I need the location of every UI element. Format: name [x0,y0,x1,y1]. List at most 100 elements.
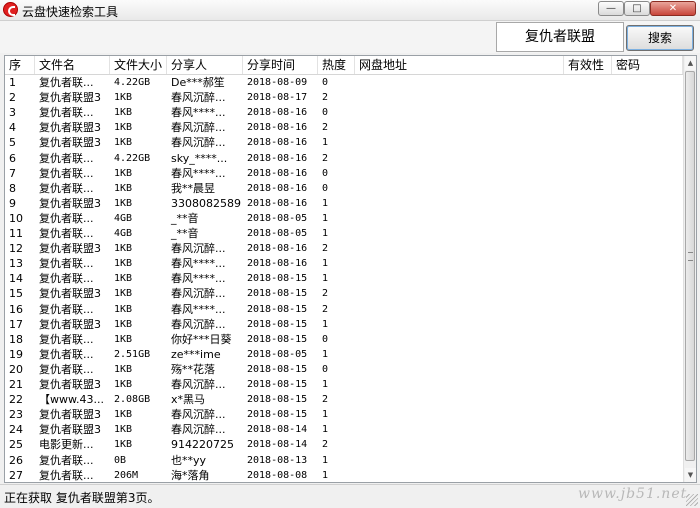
cell-share-time: 2018-08-14 [247,424,308,436]
cell-popularity: 1 [322,212,329,224]
table-row[interactable]: 12 复仇者联盟3 1KB 春风沉醉... 2018-08-16 2 [5,241,683,256]
table-row[interactable]: 25 电影更新... 1KB 914220725 2018-08-14 2 [5,437,683,452]
cell-filename: 复仇者联... [39,272,94,286]
cell-index: 20 [9,362,23,376]
cell-share-time: 2018-08-16 [247,137,308,149]
scroll-down-arrow-icon[interactable]: ▼ [685,468,696,482]
cell-filename: 复仇者联盟3 [39,242,101,256]
table-row[interactable]: 5 复仇者联盟3 1KB 春风沉醉... 2018-08-16 1 [5,135,683,150]
table-row[interactable]: 26 复仇者联... 0B 也**yy 2018-08-13 1 [5,453,683,468]
table-row[interactable]: 19 复仇者联... 2.51GB ze***ime 2018-08-05 1 [5,347,683,362]
cell-filename: 复仇者联盟3 [39,196,101,210]
column-header-popularity[interactable]: 热度 [318,56,355,74]
cell-share-time: 2018-08-15 [247,363,308,375]
cell-sharer: 春风****... [171,302,226,316]
cell-filename: 复仇者联盟3 [39,408,101,422]
cell-filesize: 1KB [114,182,133,194]
cell-share-time: 2018-08-14 [247,439,308,451]
cell-share-time: 2018-08-15 [247,394,308,406]
cell-share-time: 2018-08-15 [247,318,308,330]
cell-sharer: _**音 [171,211,203,225]
search-button[interactable]: 搜索 [626,25,694,51]
table-row[interactable]: 21 复仇者联盟3 1KB 春风沉醉... 2018-08-15 1 [5,377,683,392]
cell-popularity: 1 [322,454,329,466]
table-row[interactable]: 15 复仇者联盟3 1KB 春风沉醉... 2018-08-15 2 [5,286,683,301]
table-row[interactable]: 10 复仇者联... 4GB _**音 2018-08-05 1 [5,211,683,226]
table-row[interactable]: 23 复仇者联盟3 1KB 春风沉醉... 2018-08-15 1 [5,407,683,422]
column-header-filesize[interactable]: 文件大小 [110,56,167,74]
cell-filesize: 1KB [114,197,133,209]
table-row[interactable]: 17 复仇者联盟3 1KB 春风沉醉... 2018-08-15 1 [5,317,683,332]
cell-sharer: 春风沉醉... [171,408,226,422]
cell-popularity: 1 [322,197,329,209]
cell-filename: 复仇者联... [39,332,94,346]
cell-popularity: 1 [322,424,329,436]
table-row[interactable]: 18 复仇者联... 1KB 你好***日葵 2018-08-15 0 [5,332,683,347]
scroll-up-arrow-icon[interactable]: ▲ [685,56,696,70]
cell-popularity: 2 [322,439,329,451]
table-row[interactable]: 1 复仇者联... 4.22GB De***郝笙 2018-08-09 0 [5,75,683,90]
cell-sharer: 春风沉醉... [171,136,226,150]
table-row[interactable]: 4 复仇者联盟3 1KB 春风沉醉... 2018-08-16 2 [5,120,683,135]
table-row[interactable]: 27 复仇者联... 206M 海*落角 2018-08-08 1 [5,468,683,482]
cell-popularity: 2 [322,92,329,104]
cell-index: 2 [9,91,16,105]
column-header-validity[interactable]: 有效性 [564,56,612,74]
cell-filesize: 1KB [114,379,133,390]
table-row[interactable]: 7 复仇者联... 1KB 春风****... 2018-08-16 0 [5,166,683,181]
cell-popularity: 2 [322,303,329,315]
cell-filename: 复仇者联... [39,106,94,120]
cell-filesize: 1KB [114,92,133,104]
column-header-index[interactable]: 序 [5,56,35,74]
table-row[interactable]: 20 复仇者联... 1KB 殇**花落 2018-08-15 0 [5,362,683,377]
vertical-scrollbar[interactable]: ▲ ▼ [683,56,696,482]
maximize-button[interactable]: □ [624,1,650,16]
table-row[interactable]: 11 复仇者联... 4GB _**音 2018-08-05 1 [5,226,683,241]
table-row[interactable]: 14 复仇者联... 1KB 春风****... 2018-08-15 1 [5,271,683,286]
table-row[interactable]: 24 复仇者联盟3 1KB 春风沉醉... 2018-08-14 1 [5,422,683,437]
column-header-pan-url[interactable]: 网盘地址 [355,56,564,74]
cell-popularity: 1 [322,137,329,149]
table-row[interactable]: 13 复仇者联... 1KB 春风****... 2018-08-16 1 [5,256,683,271]
table-row[interactable]: 6 复仇者联... 4.22GB sky_****... 2018-08-16 2 [5,151,683,166]
cell-filesize: 1KB [114,303,133,315]
column-header-password[interactable]: 密码 [612,56,683,74]
minimize-button[interactable]: — [598,1,624,16]
column-header-share-time[interactable]: 分享时间 [243,56,318,74]
cell-filename: 复仇者联... [39,302,94,316]
cell-sharer: 海*落角 [171,468,210,482]
cell-index: 13 [9,257,23,271]
cell-index: 23 [9,408,23,422]
table-row[interactable]: 16 复仇者联... 1KB 春风****... 2018-08-15 2 [5,302,683,317]
cell-filesize: 2.08GB [114,394,151,406]
cell-share-time: 2018-08-05 [247,212,308,224]
cell-index: 17 [9,317,23,331]
cell-filesize: 4GB [114,228,133,239]
search-input[interactable]: 复仇者联盟 [496,22,624,52]
cell-filename: 复仇者联... [39,257,94,271]
cell-filename: 复仇者联... [39,166,94,180]
cell-sharer: 春风沉醉... [171,287,226,301]
cell-popularity: 1 [322,348,329,360]
cell-share-time: 2018-08-16 [247,107,308,119]
cell-filesize: 4.22GB [114,77,151,88]
resize-grip-icon[interactable] [686,494,698,506]
cell-filename: 复仇者联... [39,347,94,361]
table-row[interactable]: 8 复仇者联... 1KB 我**晨昱 2018-08-16 0 [5,181,683,196]
cell-share-time: 2018-08-15 [247,303,308,315]
table-row[interactable]: 3 复仇者联... 1KB 春风****... 2018-08-16 0 [5,105,683,120]
cell-filename: 复仇者联... [39,362,94,376]
column-header-sharer[interactable]: 分享人 [167,56,243,74]
table-row[interactable]: 2 复仇者联盟3 1KB 春风沉醉... 2018-08-17 2 [5,90,683,105]
close-button[interactable]: ✕ [650,1,696,16]
column-header-filename[interactable]: 文件名 [35,56,110,74]
cell-filename: 复仇者联盟3 [39,91,101,105]
scrollbar-thumb[interactable] [685,71,695,461]
title-bar: 云盘快速检索工具 — □ ✕ [0,0,700,21]
table-row[interactable]: 22 【www.43... 2.08GB x*黑马 2018-08-15 2 [5,392,683,407]
app-logo-icon [3,2,18,17]
cell-index: 15 [9,287,23,301]
cell-filename: 复仇者联盟3 [39,317,101,331]
table-row[interactable]: 9 复仇者联盟3 1KB 3308082589 2018-08-16 1 [5,196,683,211]
cell-sharer: 也**yy [171,453,207,467]
